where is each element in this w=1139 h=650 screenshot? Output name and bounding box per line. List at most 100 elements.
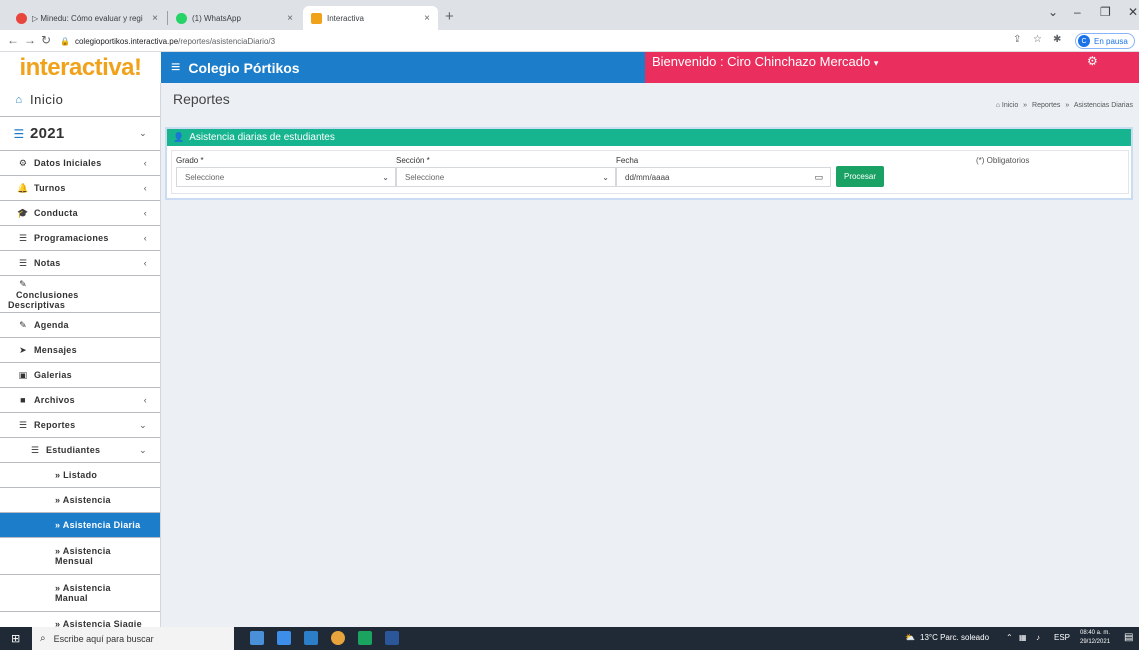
share-icon[interactable]: ⇪ [1013, 34, 1021, 45]
sidebar-item-galerias[interactable]: ▣ Galerias [0, 363, 160, 388]
sidebar-item-estudiantes[interactable]: ☰ Estudiantes ⌄ [0, 438, 160, 463]
sidebar-item-conclusiones-descriptivas[interactable]: ✎ Conclusiones Descriptivas [0, 276, 160, 313]
whatsapp-favicon-icon [176, 12, 187, 24]
sidebar-item-year[interactable]: ☰ 2021 ⌄ [0, 117, 160, 151]
sidebar-item-mensajes[interactable]: ➤ Mensajes [0, 338, 160, 363]
sidebar-item-programaciones[interactable]: ☰ Programaciones ‹ [0, 226, 160, 251]
new-tab-button[interactable]: + [445, 8, 454, 25]
green-app-icon[interactable] [358, 631, 372, 645]
home-icon: ⌂ [995, 102, 1000, 109]
seccion-select[interactable]: Seleccione ⌄ [396, 167, 616, 187]
list-icon: ☰ [18, 257, 28, 268]
weather-icon[interactable]: ⛅ [905, 633, 915, 642]
sidebar-item-label: » Asistencia Siagie [55, 619, 142, 627]
file-explorer-icon[interactable] [277, 631, 291, 645]
close-window-button[interactable]: ✕ [1128, 5, 1138, 19]
breadcrumb-current: Asistencias Diarias [1073, 102, 1133, 109]
sidebar-item-conducta[interactable]: 🎓 Conducta ‹ [0, 201, 160, 226]
sidebar-item-asistencia-manual[interactable]: » Asistencia Manual [0, 575, 160, 612]
chrome-icon[interactable] [331, 631, 345, 645]
minimize-window-button[interactable]: – [1074, 5, 1081, 19]
top-navbar: ≡ Colegio Pórtikos [161, 52, 645, 83]
word-icon[interactable] [385, 631, 399, 645]
volume-icon[interactable]: ♪ [1036, 633, 1040, 642]
breadcrumb-inicio-link[interactable]: Inicio [1002, 102, 1018, 109]
system-clock[interactable]: 08:40 a. m. 29/12/2021 [1080, 629, 1110, 647]
extensions-puzzle-icon[interactable]: ✱ [1053, 34, 1061, 45]
sidebar-item-turnos[interactable]: 🔔 Turnos ‹ [0, 176, 160, 201]
list-icon: ☰ [18, 232, 28, 243]
grado-label: Grado * [176, 156, 204, 165]
sidebar-item-label: Archivos [34, 395, 75, 405]
hamburger-menu-icon[interactable]: ≡ [171, 59, 180, 77]
close-tab-icon[interactable]: × [152, 13, 158, 24]
weather-text[interactable]: 13°C Parc. soleado [920, 633, 989, 642]
reload-icon[interactable]: ↻ [41, 33, 51, 47]
windows-start-icon[interactable]: ⊞ [11, 632, 20, 645]
url-field[interactable]: 🔒 colegioportikos.interactiva.pe/reporte… [60, 32, 990, 50]
chevron-down-icon: ⌄ [139, 128, 147, 138]
sidebar-item-listado[interactable]: » Listado [0, 463, 160, 488]
tab-whatsapp[interactable]: (1) WhatsApp × [168, 6, 301, 30]
settings-gear-icon[interactable]: ⚙ [1087, 54, 1098, 68]
graduation-cap-icon: 🎓 [17, 207, 29, 218]
bell-icon: 🔔 [17, 182, 29, 193]
profile-paused-button[interactable]: C En pausa [1075, 33, 1135, 49]
tray-chevron-up-icon[interactable]: ⌃ [1006, 633, 1013, 642]
close-tab-icon[interactable]: × [424, 13, 430, 24]
language-indicator[interactable]: ESP [1054, 633, 1070, 642]
sidebar-item-notas[interactable]: ☰ Notas ‹ [0, 251, 160, 276]
tab-minedu[interactable]: ▷ Minedu: Cómo evaluar y regi × [8, 6, 166, 30]
sidebar-item-asistencia-diaria[interactable]: » Asistencia Diaria [0, 513, 160, 538]
fecha-date-input[interactable]: dd/mm/aaaa ▭ [616, 167, 831, 187]
breadcrumb-reportes-link[interactable]: Reportes [1032, 102, 1060, 109]
sidebar-item-inicio[interactable]: ⌂ Inicio [0, 83, 160, 117]
forward-arrow-icon[interactable]: → [24, 33, 36, 47]
sidebar-item-label: » Listado [55, 470, 98, 480]
sidebar-item-reportes[interactable]: ☰ Reportes ⌄ [0, 413, 160, 438]
sidebar-item-asistencia-siagie[interactable]: » Asistencia Siagie [0, 612, 160, 627]
list-icon: ☰ [18, 419, 28, 430]
browser-tab-bar: ▷ Minedu: Cómo evaluar y regi × (1) What… [0, 0, 1139, 30]
seccion-label: Sección * [396, 156, 430, 165]
taskbar-search-input[interactable]: ⌕ Escribe aquí para buscar [32, 627, 234, 650]
close-tab-icon[interactable]: × [287, 13, 293, 24]
attendance-report-panel: 👤 Asistencia diarias de estudiantes Grad… [165, 127, 1133, 200]
sidebar-item-archivos[interactable]: ■ Archivos ‹ [0, 388, 160, 413]
grado-select[interactable]: Seleccione ⌄ [176, 167, 396, 187]
bookmark-star-icon[interactable]: ☆ [1033, 34, 1042, 45]
chevron-left-icon: ‹ [143, 258, 147, 268]
back-arrow-icon[interactable]: ← [7, 33, 19, 47]
page-title: Reportes [173, 91, 230, 107]
image-icon: ▣ [18, 369, 28, 380]
user-menu[interactable]: Bienvenido : Ciro Chinchazo Mercado ▾ ⚙ [645, 52, 1139, 83]
calendar-icon[interactable]: ▭ [814, 172, 823, 183]
sidebar-item-label: Notas [34, 258, 61, 268]
sidebar-item-asistencia-mensual[interactable]: » Asistencia Mensual [0, 538, 160, 575]
breadcrumb-separator: » [1065, 102, 1070, 109]
sidebar-item-agenda[interactable]: ✎ Agenda [0, 313, 160, 338]
interactiva-favicon-icon [311, 12, 322, 24]
notification-center-icon[interactable]: ▤ [1124, 632, 1133, 643]
network-icon[interactable]: ▦ [1019, 633, 1027, 642]
breadcrumb: ⌂ Inicio » Reportes » Asistencias Diaria… [996, 102, 1133, 109]
task-view-icon[interactable] [250, 631, 264, 645]
seccion-value: Seleccione [405, 172, 445, 182]
mail-icon[interactable] [304, 631, 318, 645]
sidebar-item-label: Programaciones [34, 233, 109, 243]
chevron-down-icon: ⌄ [139, 419, 147, 430]
sidebar-item-label: » Asistencia [55, 583, 111, 593]
windows-taskbar: ⊞ ⌕ Escribe aquí para buscar ⛅ 13°C Parc… [0, 627, 1139, 650]
interactiva-logo[interactable]: interactiva! [0, 52, 161, 83]
sidebar-item-label: Agenda [34, 320, 69, 330]
sidebar-item-datos-iniciales[interactable]: ⚙ Datos Iniciales ‹ [0, 151, 160, 176]
sidebar-item-asistencia[interactable]: » Asistencia [0, 488, 160, 513]
maximize-window-button[interactable]: ❐ [1100, 5, 1111, 19]
home-icon: ⌂ [15, 93, 23, 106]
procesar-button[interactable]: Procesar [836, 166, 884, 187]
tab-interactiva[interactable]: Interactiva × [303, 6, 438, 30]
sidebar-item-label: Manual [55, 593, 88, 603]
welcome-text: Bienvenido : Ciro Chinchazo Mercado [652, 54, 871, 69]
tab-search-chevron-icon[interactable]: ⌄ [1048, 5, 1058, 19]
required-note: (*) Obligatorios [976, 156, 1030, 165]
